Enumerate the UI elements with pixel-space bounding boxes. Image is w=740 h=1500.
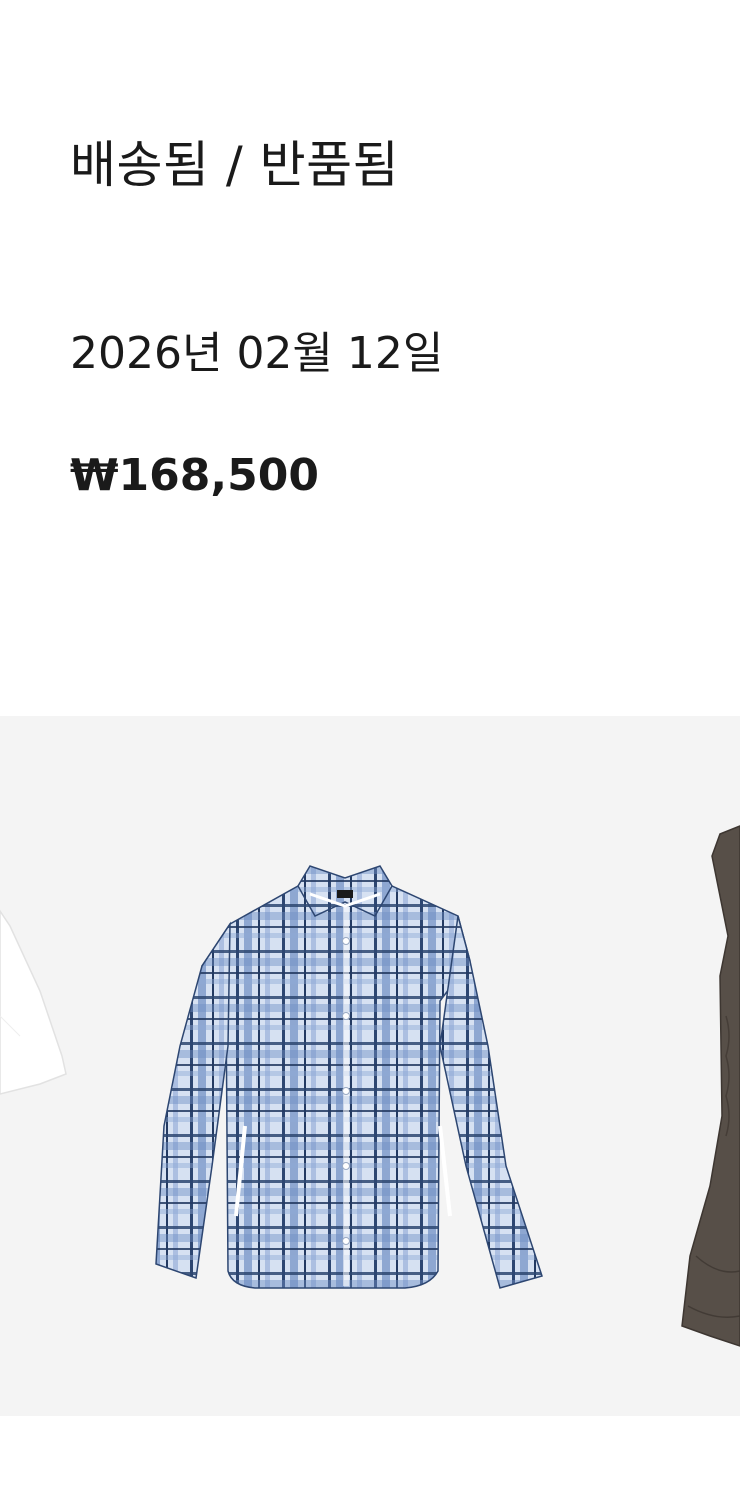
white-top-image	[0, 909, 67, 1095]
order-status: 배송됨 / 반품됨	[70, 136, 400, 194]
plaid-shirt-image	[155, 865, 543, 1289]
product-image-carousel[interactable]	[0, 716, 740, 1416]
order-date: 2026년 02월 12일	[70, 328, 444, 379]
product-image-plaid-shirt[interactable]	[140, 716, 560, 1416]
product-image-brown-dress[interactable]	[660, 716, 740, 1416]
brown-dress-image	[681, 825, 740, 1347]
order-total-price: ₩168,500	[70, 450, 319, 501]
product-image-white-top[interactable]	[0, 716, 80, 1416]
